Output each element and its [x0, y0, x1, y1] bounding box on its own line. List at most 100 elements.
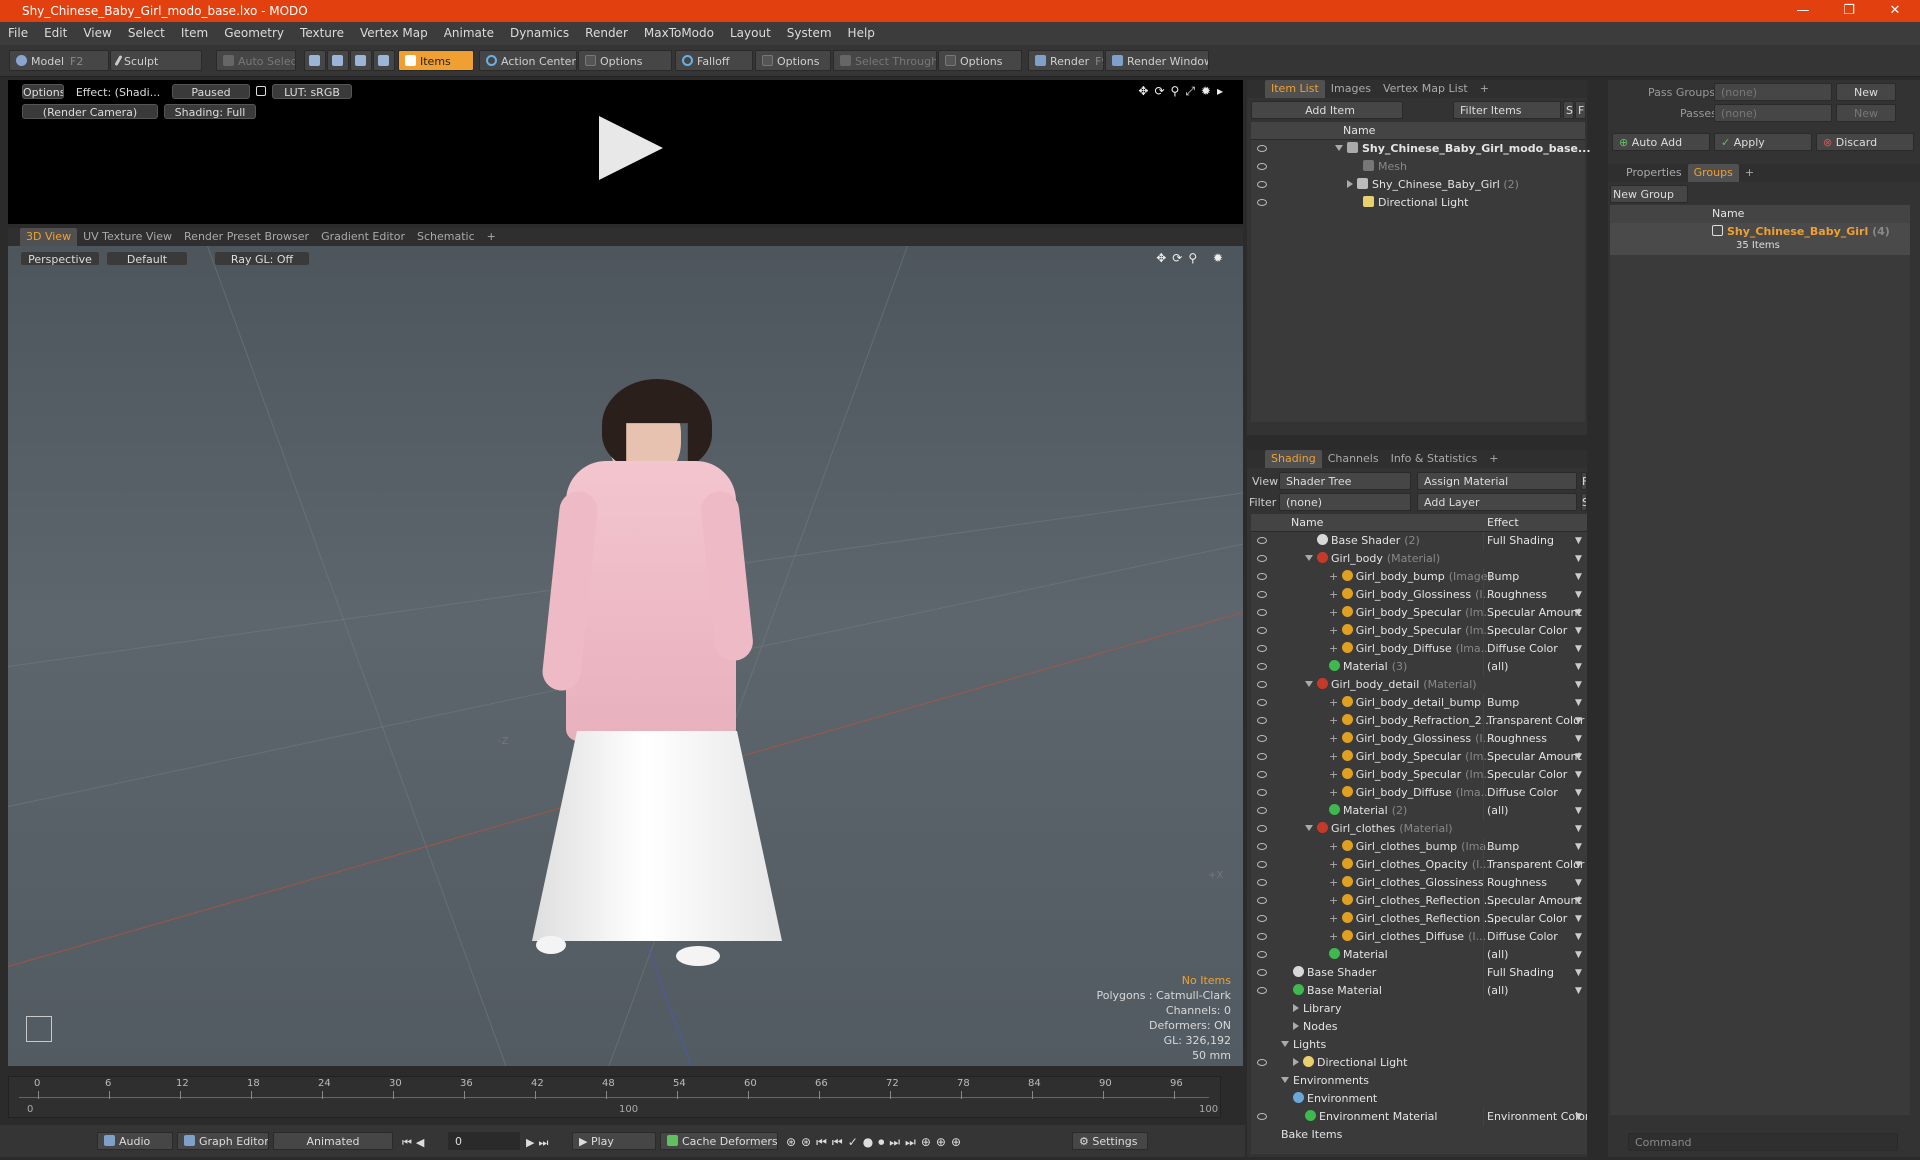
chevron-down-icon[interactable]	[1305, 825, 1313, 831]
shader-effect[interactable]: Specular Amount	[1483, 604, 1587, 622]
shader-effect[interactable]: Environment Color	[1483, 1108, 1587, 1126]
eye-icon[interactable]	[1257, 915, 1267, 922]
expand-plus-icon[interactable]: +	[1329, 786, 1342, 799]
perspective-dropdown[interactable]: Perspective	[20, 251, 100, 266]
shader-row[interactable]: Nodes	[1251, 1018, 1587, 1036]
shader-row[interactable]: + Girl_clothes_Reflection ... Specular Am…	[1251, 892, 1587, 910]
effect-dropdown-icon[interactable]: ▼	[1575, 658, 1582, 676]
eye-icon[interactable]	[1257, 663, 1267, 670]
shader-row[interactable]: + Girl_body_Specular (Im... Specular Color…	[1251, 622, 1587, 640]
shader-row[interactable]: Girl_clothes (Material) ▼	[1251, 820, 1587, 838]
settings-button[interactable]: ⚙ Settings	[1072, 1132, 1148, 1150]
effect-dropdown-icon[interactable]: ▼	[1575, 586, 1582, 604]
tab-vertex-map-list[interactable]: Vertex Map List	[1377, 80, 1474, 98]
add-layer-dropdown[interactable]: Add Layer	[1417, 493, 1577, 511]
apply-button[interactable]: ✓ Apply	[1714, 133, 1812, 151]
tab-shading[interactable]: Shading	[1265, 450, 1322, 468]
items-mode-button[interactable]: Items	[398, 50, 474, 71]
add-tab-button[interactable]: +	[1739, 164, 1760, 182]
tab-schematic[interactable]: Schematic	[411, 228, 481, 246]
preview-options-button[interactable]: Options	[22, 84, 64, 99]
eye-icon[interactable]	[1257, 933, 1267, 940]
shader-effect[interactable]: (all)	[1483, 946, 1587, 964]
lut-dropdown[interactable]: LUT: sRGB	[272, 84, 352, 99]
passes-dropdown[interactable]: (none)	[1714, 104, 1832, 122]
shader-effect[interactable]: Transparent Color	[1483, 712, 1587, 730]
effect-dropdown-icon[interactable]: ▼	[1575, 622, 1582, 640]
close-button[interactable]: ✕	[1872, 0, 1918, 22]
audio-button[interactable]: Audio	[97, 1132, 173, 1150]
expand-plus-icon[interactable]: +	[1329, 642, 1342, 655]
lock-icon[interactable]	[256, 86, 266, 96]
eye-icon[interactable]	[1257, 181, 1267, 188]
command-input[interactable]: Command	[1628, 1133, 1898, 1151]
shader-effect[interactable]: Full Shading	[1483, 532, 1587, 550]
filter-f-button[interactable]: F	[1575, 101, 1586, 119]
effect-dropdown-icon[interactable]: ▼	[1575, 532, 1582, 550]
shader-effect[interactable]: Specular Color	[1483, 622, 1587, 640]
effect-dropdown-icon[interactable]: ▼	[1575, 730, 1582, 748]
menu-help[interactable]: Help	[840, 22, 883, 45]
tab-channels[interactable]: Channels	[1322, 450, 1385, 468]
timeline[interactable]: 0 6 12 18 24 30 36 42 48 54 60 66 72 78 84 90 96 0 100 1…	[8, 1076, 1221, 1118]
expand-plus-icon[interactable]: +	[1329, 624, 1342, 637]
eye-icon[interactable]	[1257, 951, 1267, 958]
tab-properties[interactable]: Properties	[1620, 164, 1688, 182]
add-tab-button[interactable]: +	[1474, 80, 1495, 98]
filter-dropdown[interactable]: (none)	[1279, 493, 1411, 511]
shader-row[interactable]: Environments	[1251, 1072, 1587, 1090]
add-item-dropdown[interactable]: Add Item	[1251, 101, 1403, 119]
default-style-dropdown[interactable]: Default	[106, 251, 188, 266]
menu-view[interactable]: View	[75, 22, 119, 45]
shader-effect[interactable]: Roughness	[1483, 586, 1587, 604]
select-materials-button[interactable]	[373, 50, 395, 71]
assign-f-button[interactable]: F	[1581, 472, 1587, 490]
effect-dropdown-icon[interactable]: ▼	[1575, 550, 1582, 568]
shader-effect[interactable]: Roughness	[1483, 874, 1587, 892]
eye-icon[interactable]	[1257, 807, 1267, 814]
graph-editor-button[interactable]: Graph Editor	[177, 1132, 269, 1150]
tab-3d-view[interactable]: 3D View	[20, 228, 78, 246]
tab-uv-texture-view[interactable]: UV Texture View	[77, 228, 178, 246]
shader-row[interactable]: + Girl_body_bump (Image) Bump ▼	[1251, 568, 1587, 586]
tab-gradient-editor[interactable]: Gradient Editor	[315, 228, 411, 246]
shading-dropdown[interactable]: Shading: Full	[164, 104, 256, 119]
render-button[interactable]: Render F9	[1028, 50, 1104, 71]
shader-row[interactable]: + Girl_body_Glossiness (I... Roughness ▼	[1251, 730, 1587, 748]
eye-icon[interactable]	[1257, 591, 1267, 598]
eye-icon[interactable]	[1257, 987, 1267, 994]
menu-vertex-map[interactable]: Vertex Map	[352, 22, 436, 45]
effect-dropdown-icon[interactable]: ▼	[1575, 640, 1582, 658]
shader-row[interactable]: + Girl_body_Diffuse (Ima... Diffuse Color ▼	[1251, 640, 1587, 658]
menu-file[interactable]: File	[0, 22, 36, 45]
menu-render[interactable]: Render	[577, 22, 636, 45]
expand-plus-icon[interactable]: +	[1329, 750, 1342, 763]
prev-key-icons[interactable]: ⏮◀	[402, 1136, 428, 1150]
menu-texture[interactable]: Texture	[292, 22, 352, 45]
eye-icon[interactable]	[1257, 879, 1267, 886]
effect-dropdown-icon[interactable]: ▼	[1575, 568, 1582, 586]
shader-row[interactable]: + Girl_body_Diffuse (Ima... Diffuse Color ▼	[1251, 784, 1587, 802]
render-window-button[interactable]: Render Window	[1105, 50, 1209, 71]
expand-plus-icon[interactable]: +	[1329, 768, 1342, 781]
menu-layout[interactable]: Layout	[722, 22, 779, 45]
shader-effect[interactable]: Roughness	[1483, 730, 1587, 748]
shader-effect[interactable]: Full Shading	[1483, 964, 1587, 982]
effect-dropdown-icon[interactable]: ▼	[1575, 874, 1582, 892]
effect-dropdown-icon[interactable]: ▼	[1575, 982, 1582, 1000]
eye-icon[interactable]	[1257, 753, 1267, 760]
eye-icon[interactable]	[1257, 1113, 1267, 1120]
chevron-down-icon[interactable]	[1305, 555, 1313, 561]
add-tab-button[interactable]: +	[1483, 450, 1504, 468]
shader-row[interactable]: Base Shader Full Shading ▼	[1251, 964, 1587, 982]
effect-dropdown-icon[interactable]: ▼	[1575, 928, 1582, 946]
filter-items-input[interactable]: Filter Items	[1453, 101, 1561, 119]
eye-icon[interactable]	[1257, 771, 1267, 778]
eye-icon[interactable]	[1257, 969, 1267, 976]
falloff-options-button[interactable]: Options	[755, 50, 831, 71]
shader-row[interactable]: Material (2) (all) ▼	[1251, 802, 1587, 820]
shader-row[interactable]: Base Shader (2) Full Shading ▼	[1251, 532, 1587, 550]
expand-plus-icon[interactable]: +	[1329, 840, 1342, 853]
eye-icon[interactable]	[1257, 1059, 1267, 1066]
chevron-right-icon[interactable]	[1293, 1058, 1299, 1066]
